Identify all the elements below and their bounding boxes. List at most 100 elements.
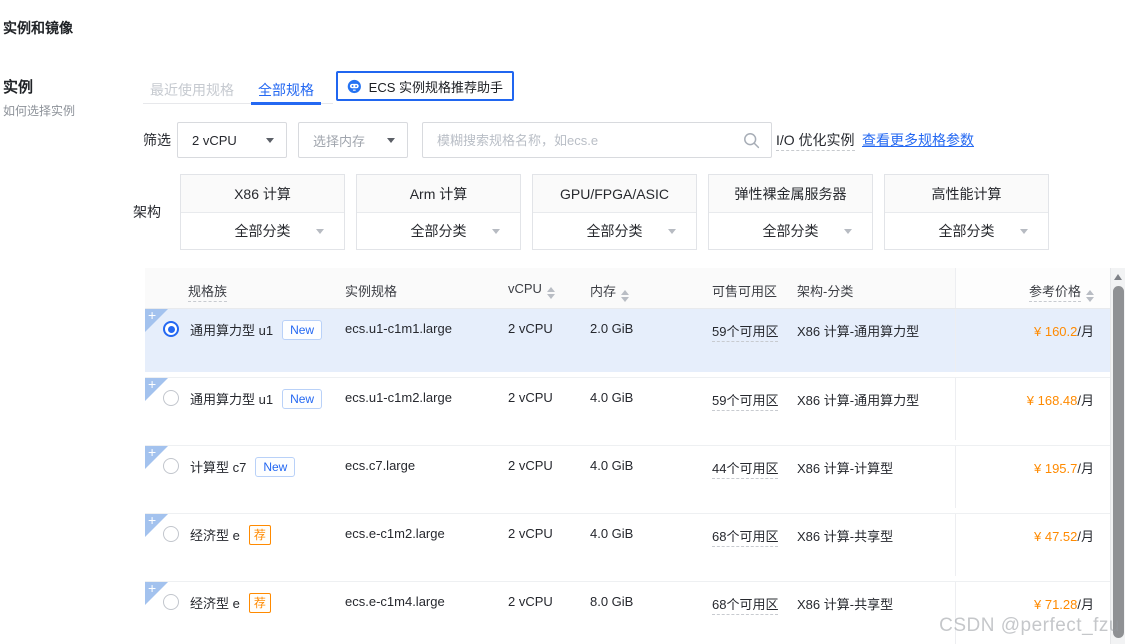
arch-category: X86 计算-共享型 [797,582,955,644]
row-radio[interactable] [163,526,179,542]
header-spec: 实例规格 [345,268,508,308]
price-unit: /月 [1077,393,1094,408]
arch-category-select[interactable]: 全部分类 [533,213,696,249]
header-memory-sort[interactable]: 内存 [590,268,712,308]
instance-spec-table: 规格族 实例规格 vCPU 内存 可售可用区 架构-分类 参考价格 通用算力型 … [145,268,1110,644]
arch-tab-arm[interactable]: Arm 计算 全部分类 [356,174,521,250]
table-row[interactable]: 计算型 c7 New ecs.c7.large 2 vCPU 4.0 GiB 4… [145,445,1110,508]
header-zones: 可售可用区 [712,268,797,308]
price-amount: ¥ 47.52 [1034,529,1077,544]
new-badge: New [255,457,295,477]
arch-tab-name[interactable]: 弹性裸金属服务器 [709,175,872,213]
arch-tab-baremetal[interactable]: 弹性裸金属服务器 全部分类 [708,174,873,250]
family-name: 通用算力型 u1 [190,320,273,339]
spec-tabs: 最近使用规格 全部规格 [143,79,333,104]
section-title-instance: 实例 [3,76,33,97]
row-radio[interactable] [163,594,179,610]
table-row[interactable]: 经济型 e 荐 ecs.e-c1m2.large 2 vCPU 4.0 GiB … [145,513,1110,576]
row-radio[interactable] [163,390,179,406]
caret-down-icon [492,229,500,234]
zones-cell: 59个可用区 [712,378,797,440]
price-amount: ¥ 168.48 [1027,393,1078,408]
price-unit: /月 [1077,529,1094,544]
memory-value: 2.0 GiB [590,309,712,372]
arch-category-value: 全部分类 [587,221,643,241]
vcpu-select[interactable]: 2 vCPU [177,122,287,158]
tab-all-specs[interactable]: 全部规格 [251,79,321,103]
search-icon[interactable] [743,132,760,149]
arch-category-select[interactable]: 全部分类 [885,213,1048,249]
arch-category: X86 计算-通用算力型 [797,378,955,440]
how-to-choose-link[interactable]: 如何选择实例 [3,102,75,119]
vertical-scrollbar[interactable] [1110,268,1125,644]
vcpu-value: 2 vCPU [508,378,590,440]
arch-tab-name[interactable]: Arm 计算 [357,175,520,213]
zones-link[interactable]: 59个可用区 [712,393,778,411]
header-family: 规格族 [145,268,345,308]
family-cell: 经济型 e 荐 [145,514,345,576]
memory-value: 4.0 GiB [590,446,712,508]
arch-tab-name[interactable]: X86 计算 [181,175,344,213]
tab-recent-specs[interactable]: 最近使用规格 [143,79,241,103]
header-family-text: 规格族 [188,284,227,302]
zones-link[interactable]: 68个可用区 [712,529,778,547]
family-name: 通用算力型 u1 [190,389,273,408]
io-optimized-label[interactable]: I/O 优化实例 [776,122,855,158]
arch-category-select[interactable]: 全部分类 [709,213,872,249]
spec-search-box [422,122,772,158]
price-cell: ¥ 168.48/月 [955,378,1110,440]
zones-link[interactable]: 59个可用区 [712,324,778,342]
recommend-badge: 荐 [249,525,271,545]
header-price-sort[interactable]: 参考价格 [955,268,1110,308]
price-cell: ¥ 160.2/月 [955,309,1110,372]
arch-tab-name[interactable]: GPU/FPGA/ASIC [533,175,696,213]
arrow-up-icon[interactable] [1114,274,1122,280]
arch-category: X86 计算-共享型 [797,514,955,576]
arch-tab-name[interactable]: 高性能计算 [885,175,1048,213]
arch-category-value: 全部分类 [235,221,291,241]
memory-select[interactable]: 选择内存 [298,122,408,158]
sort-icon[interactable] [1086,290,1094,302]
arch-category-value: 全部分类 [939,221,995,241]
architecture-label: 架构 [133,202,161,222]
sort-icon[interactable] [621,290,629,302]
assistant-button-label: ECS 实例规格推荐助手 [369,77,503,96]
vcpu-value: 2 vCPU [508,309,590,372]
zones-link[interactable]: 44个可用区 [712,461,778,479]
vcpu-value: 2 vCPU [508,514,590,576]
architecture-tabs: X86 计算 全部分类 Arm 计算 全部分类 GPU/FPGA/ASIC 全部… [180,174,1049,250]
caret-down-icon [1020,229,1028,234]
arch-category-value: 全部分类 [763,221,819,241]
arch-tab-gpu-fpga-asic[interactable]: GPU/FPGA/ASIC 全部分类 [532,174,697,250]
caret-down-icon [668,229,676,234]
arch-category-select[interactable]: 全部分类 [181,213,344,249]
table-row[interactable]: 经济型 e 荐 ecs.e-c1m4.large 2 vCPU 8.0 GiB … [145,581,1110,644]
vcpu-select-value: 2 vCPU [192,133,237,148]
arch-category-value: 全部分类 [411,221,467,241]
price-amount: ¥ 160.2 [1034,324,1077,339]
price-unit: /月 [1077,461,1094,476]
more-spec-params-link[interactable]: 查看更多规格参数 [862,122,974,158]
sort-icon[interactable] [547,287,555,299]
header-vcpu-sort[interactable]: vCPU [508,268,590,308]
arch-tab-x86[interactable]: X86 计算 全部分类 [180,174,345,250]
family-name: 经济型 e [190,593,240,612]
table-row[interactable]: 通用算力型 u1 New ecs.u1-c1m1.large 2 vCPU 2.… [145,309,1110,372]
caret-down-icon [316,229,324,234]
zones-cell: 44个可用区 [712,446,797,508]
scrollbar-thumb[interactable] [1113,286,1124,638]
zones-cell: 59个可用区 [712,309,797,372]
vcpu-value: 2 vCPU [508,446,590,508]
ecs-spec-assistant-button[interactable]: ECS 实例规格推荐助手 [336,71,514,101]
arch-category-select[interactable]: 全部分类 [357,213,520,249]
table-row[interactable]: 通用算力型 u1 New ecs.u1-c1m2.large 2 vCPU 4.… [145,377,1110,440]
spec-search-input[interactable] [423,123,771,157]
filter-label: 筛选 [143,122,171,158]
arch-category: X86 计算-计算型 [797,446,955,508]
row-radio[interactable] [163,458,179,474]
arch-tab-hpc[interactable]: 高性能计算 全部分类 [884,174,1049,250]
price-cell: ¥ 71.28/月 [955,582,1110,644]
memory-value: 4.0 GiB [590,514,712,576]
row-radio[interactable] [163,321,179,337]
zones-link[interactable]: 68个可用区 [712,597,778,615]
